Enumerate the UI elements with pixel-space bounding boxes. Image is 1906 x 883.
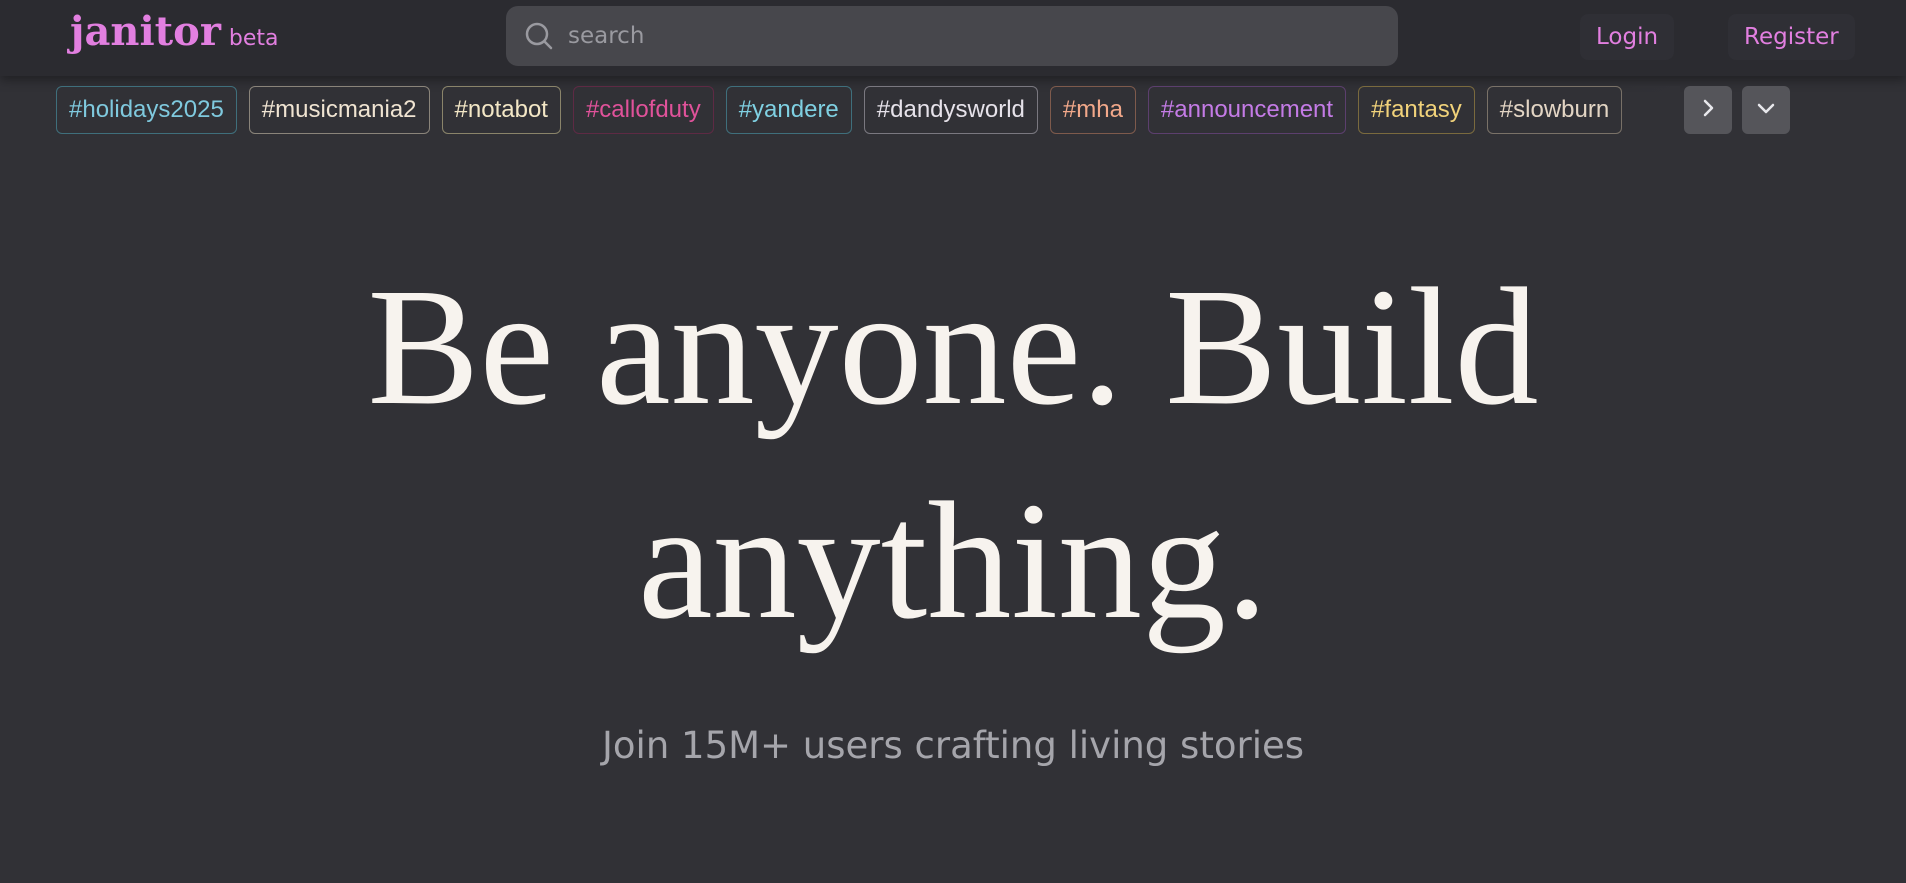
tag-scroll-next-button[interactable] <box>1684 86 1732 134</box>
janitor-logo[interactable]: janitor <box>70 8 221 55</box>
brand[interactable]: janitor beta <box>70 8 279 55</box>
tag-chip[interactable]: #slowburn <box>1486 86 1623 134</box>
tag-chip[interactable]: #fantasy <box>1358 86 1475 134</box>
search-input[interactable] <box>566 22 1366 50</box>
tag-chip[interactable]: #mha <box>1049 86 1136 134</box>
tag-chip[interactable]: #callofduty <box>572 86 714 134</box>
hero-line-2: anything. <box>638 468 1268 654</box>
tag-chip[interactable]: #announcement <box>1147 86 1347 134</box>
beta-badge: beta <box>228 26 279 51</box>
tag-chip[interactable]: #yandere <box>725 86 852 134</box>
top-navbar: janitor beta Login Register <box>0 0 1906 76</box>
search-bar[interactable] <box>506 6 1398 66</box>
tag-chip[interactable]: #notabot <box>441 86 561 134</box>
tag-chip[interactable]: #dandysworld <box>863 86 1038 134</box>
login-button[interactable]: Login <box>1580 14 1675 60</box>
tag-bar: #holidays2025 #musicmania2 #notabot #callof… <box>56 86 1676 134</box>
hero-heading: Be anyone. Build anything. <box>0 240 1906 668</box>
hero-line-1: Be anyone. Build <box>367 254 1539 440</box>
chevron-down-icon <box>1755 97 1777 123</box>
chevron-right-icon <box>1697 97 1719 123</box>
tag-bar-fade <box>1620 86 1680 134</box>
tag-chip[interactable]: #musicmania2 <box>248 86 430 134</box>
tag-chip[interactable]: #holidays2025 <box>56 86 237 134</box>
register-button[interactable]: Register <box>1728 14 1855 60</box>
hero-subtitle: Join 15M+ users crafting living stories <box>601 724 1305 767</box>
search-icon <box>522 19 556 53</box>
tag-expand-button[interactable] <box>1742 86 1790 134</box>
